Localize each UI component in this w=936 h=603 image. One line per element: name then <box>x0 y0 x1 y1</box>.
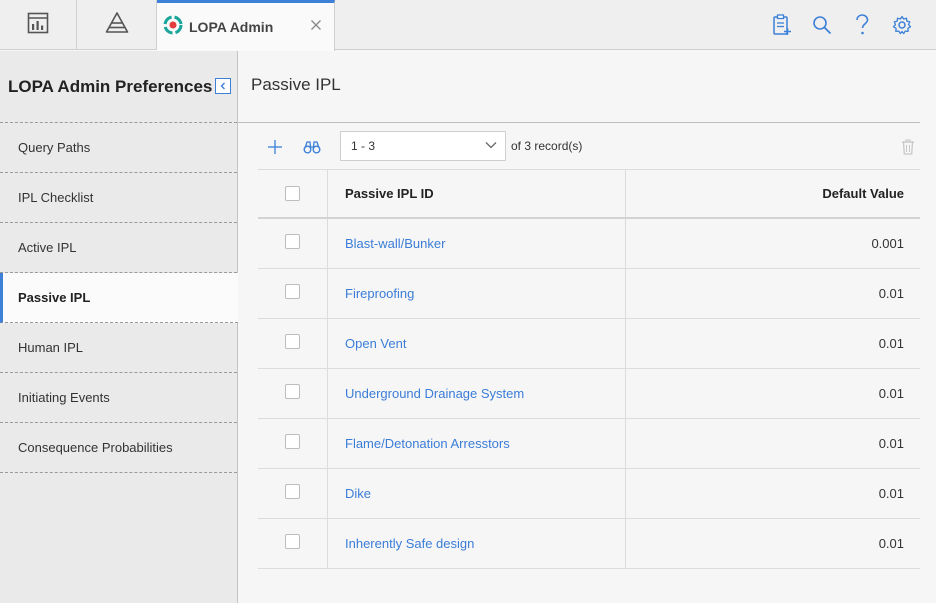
default-value-cell: 0.01 <box>878 286 904 301</box>
row-checkbox-cell <box>258 469 328 518</box>
title-divider <box>238 122 920 123</box>
search-button[interactable] <box>802 5 842 45</box>
table-row: Flame/Detonation Arresstors 0.01 <box>258 419 920 469</box>
passive-ipl-grid: Passive IPL ID Default Value Blast-wall/… <box>258 169 920 569</box>
sidebar-item-label: Active IPL <box>18 240 77 255</box>
grid-header: Passive IPL ID Default Value <box>258 169 920 219</box>
row-checkbox[interactable] <box>285 234 300 249</box>
row-checkbox[interactable] <box>285 434 300 449</box>
new-record-button[interactable] <box>762 5 802 45</box>
sidebar-item-query-paths[interactable]: Query Paths <box>0 123 237 173</box>
header-checkbox-cell <box>258 170 328 217</box>
lopa-pyramid-button[interactable] <box>77 0 157 50</box>
help-icon <box>856 14 869 35</box>
grid-body: Blast-wall/Bunker 0.001 Fireproofing 0.01 Op… <box>258 219 920 569</box>
help-button[interactable] <box>842 5 882 45</box>
page-title: Passive IPL <box>251 75 341 94</box>
lopa-logo-icon <box>163 15 183 40</box>
row-checkbox-cell <box>258 219 328 268</box>
delete-button[interactable] <box>896 135 920 159</box>
table-row: Dike 0.01 <box>258 469 920 519</box>
sidebar-item-label: IPL Checklist <box>18 190 94 205</box>
passive-ipl-id-link[interactable]: Open Vent <box>328 319 626 368</box>
sidebar-item-human-ipl[interactable]: Human IPL <box>0 323 237 373</box>
table-row: Inherently Safe design 0.01 <box>258 519 920 569</box>
binoculars-icon <box>303 141 321 154</box>
table-row: Fireproofing 0.01 <box>258 269 920 319</box>
close-icon <box>311 20 321 30</box>
default-value-cell: 0.01 <box>878 386 904 401</box>
dashboard-icon <box>27 12 49 39</box>
sidebar-item-label: Query Paths <box>18 140 91 155</box>
select-all-checkbox[interactable] <box>285 186 300 201</box>
row-checkbox-cell <box>258 369 328 418</box>
row-checkbox[interactable] <box>285 284 300 299</box>
settings-button[interactable] <box>882 5 922 45</box>
passive-ipl-id-link[interactable]: Blast-wall/Bunker <box>328 219 626 268</box>
sidebar-item-initiating-events[interactable]: Initiating Events <box>0 373 237 423</box>
record-count: of 3 record(s) <box>511 139 583 153</box>
sidebar-item-active-ipl[interactable]: Active IPL <box>0 223 237 273</box>
add-button[interactable] <box>262 134 288 160</box>
close-tab-button[interactable] <box>306 15 326 35</box>
main-content: Passive IPL 1 - 3 of 3 record(s) Passive… <box>238 51 936 603</box>
default-value-cell: 0.01 <box>878 536 904 551</box>
sidebar-item-consequence-probabilities[interactable]: Consequence Probabilities <box>0 423 237 473</box>
top-tab-bar: LOPA Admin <box>0 0 936 51</box>
row-checkbox-cell <box>258 319 328 368</box>
passive-ipl-id-link[interactable]: Inherently Safe design <box>328 519 626 568</box>
table-row: Blast-wall/Bunker 0.001 <box>258 219 920 269</box>
sidebar-title: LOPA Admin Preferences <box>8 77 213 96</box>
sidebar-item-label: Human IPL <box>18 340 84 355</box>
passive-ipl-id-link[interactable]: Flame/Detonation Arresstors <box>328 419 626 468</box>
default-value-cell: 0.001 <box>871 236 904 251</box>
sidebar-item-ipl-checklist[interactable]: IPL Checklist <box>0 173 237 223</box>
dashboard-button[interactable] <box>0 0 77 50</box>
tab-label: LOPA Admin <box>189 19 274 35</box>
top-actions <box>762 0 922 50</box>
sidebar-item-label: Initiating Events <box>18 390 110 405</box>
default-value-cell: 0.01 <box>878 436 904 451</box>
passive-ipl-id-link[interactable]: Fireproofing <box>328 269 626 318</box>
row-checkbox-cell <box>258 269 328 318</box>
sidebar-item-label: Consequence Probabilities <box>18 440 173 455</box>
row-checkbox[interactable] <box>285 384 300 399</box>
preferences-sidebar: LOPA Admin Preferences Query Paths IPL C… <box>0 51 238 603</box>
passive-ipl-id-link[interactable]: Dike <box>328 469 626 518</box>
row-checkbox[interactable] <box>285 334 300 349</box>
chevron-left-icon <box>220 82 225 90</box>
row-checkbox[interactable] <box>285 534 300 549</box>
chevron-down-icon <box>485 142 497 149</box>
pyramid-icon <box>105 11 129 39</box>
collapse-sidebar-button[interactable] <box>215 78 231 94</box>
sidebar-item-passive-ipl[interactable]: Passive IPL <box>0 273 238 323</box>
default-value-cell: 0.01 <box>878 336 904 351</box>
clipboard-add-icon <box>773 14 791 35</box>
plus-icon <box>268 140 282 154</box>
find-button[interactable] <box>299 134 325 160</box>
grid-toolbar: 1 - 3 of 3 record(s) <box>258 131 920 161</box>
trash-icon <box>902 139 914 155</box>
search-icon <box>813 16 832 35</box>
default-value-cell: 0.01 <box>878 486 904 501</box>
passive-ipl-id-link[interactable]: Underground Drainage System <box>328 369 626 418</box>
row-checkbox[interactable] <box>285 484 300 499</box>
row-checkbox-cell <box>258 519 328 568</box>
row-checkbox-cell <box>258 419 328 468</box>
column-header-id[interactable]: Passive IPL ID <box>328 170 626 217</box>
table-row: Open Vent 0.01 <box>258 319 920 369</box>
column-header-value[interactable]: Default Value <box>626 170 920 217</box>
page-range-value: 1 - 3 <box>351 139 376 153</box>
sidebar-item-label: Passive IPL <box>18 290 91 305</box>
sidebar-header: LOPA Admin Preferences <box>0 51 237 123</box>
table-row: Underground Drainage System 0.01 <box>258 369 920 419</box>
settings-gear-icon <box>892 15 912 35</box>
tab-lopa-admin[interactable]: LOPA Admin <box>157 0 335 51</box>
page-range-select[interactable]: 1 - 3 <box>340 131 506 161</box>
